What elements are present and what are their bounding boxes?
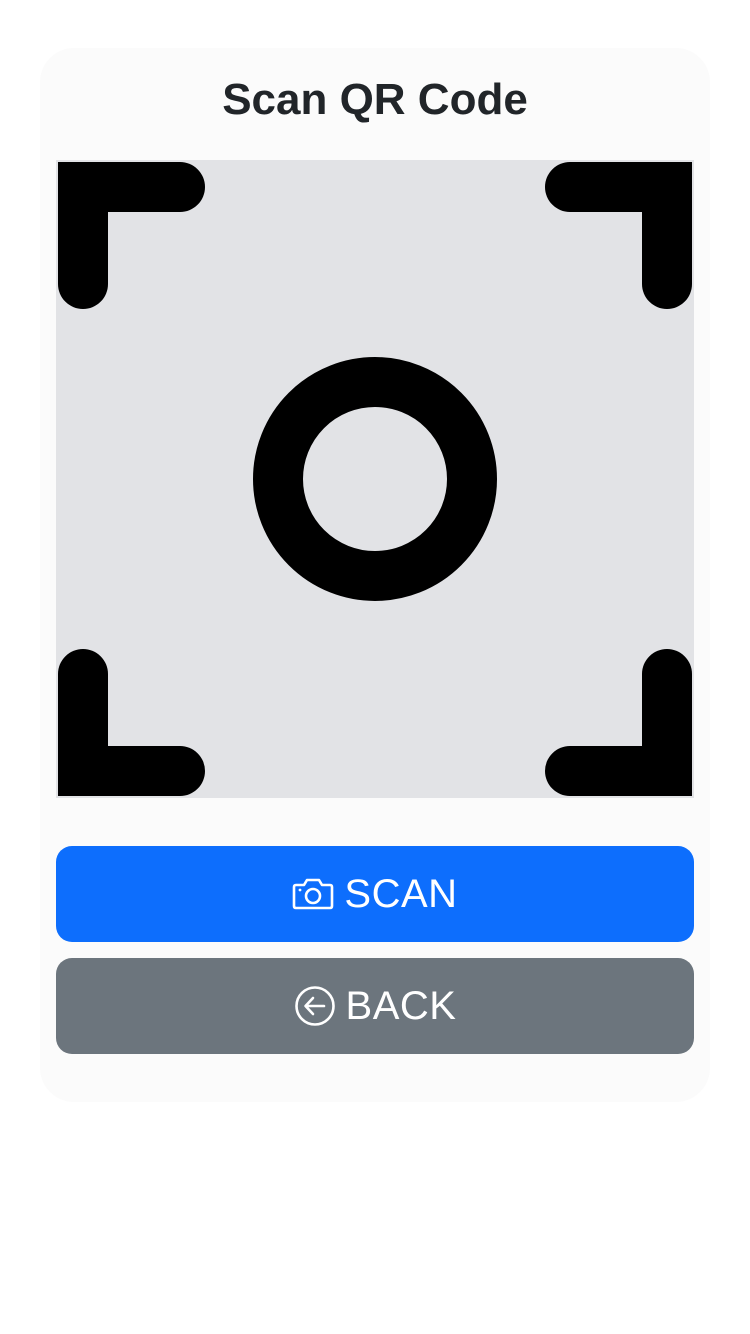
page-title: Scan QR Code (222, 75, 528, 124)
camera-icon (292, 877, 334, 911)
arrow-left-circle-icon (294, 985, 336, 1027)
corner-top-right-mark (545, 162, 692, 309)
center-ring-mark (253, 357, 497, 601)
scan-button-label: SCAN (344, 871, 458, 916)
corner-bottom-right-mark (545, 649, 692, 796)
scan-button[interactable]: SCAN (56, 846, 694, 942)
back-button[interactable]: BACK (56, 958, 694, 1054)
corner-bottom-left-mark (58, 649, 205, 796)
camera-viewfinder[interactable] (56, 160, 694, 798)
back-button-label: BACK (345, 983, 457, 1028)
corner-top-left-mark (58, 162, 205, 309)
scan-frame-icon (58, 162, 692, 796)
